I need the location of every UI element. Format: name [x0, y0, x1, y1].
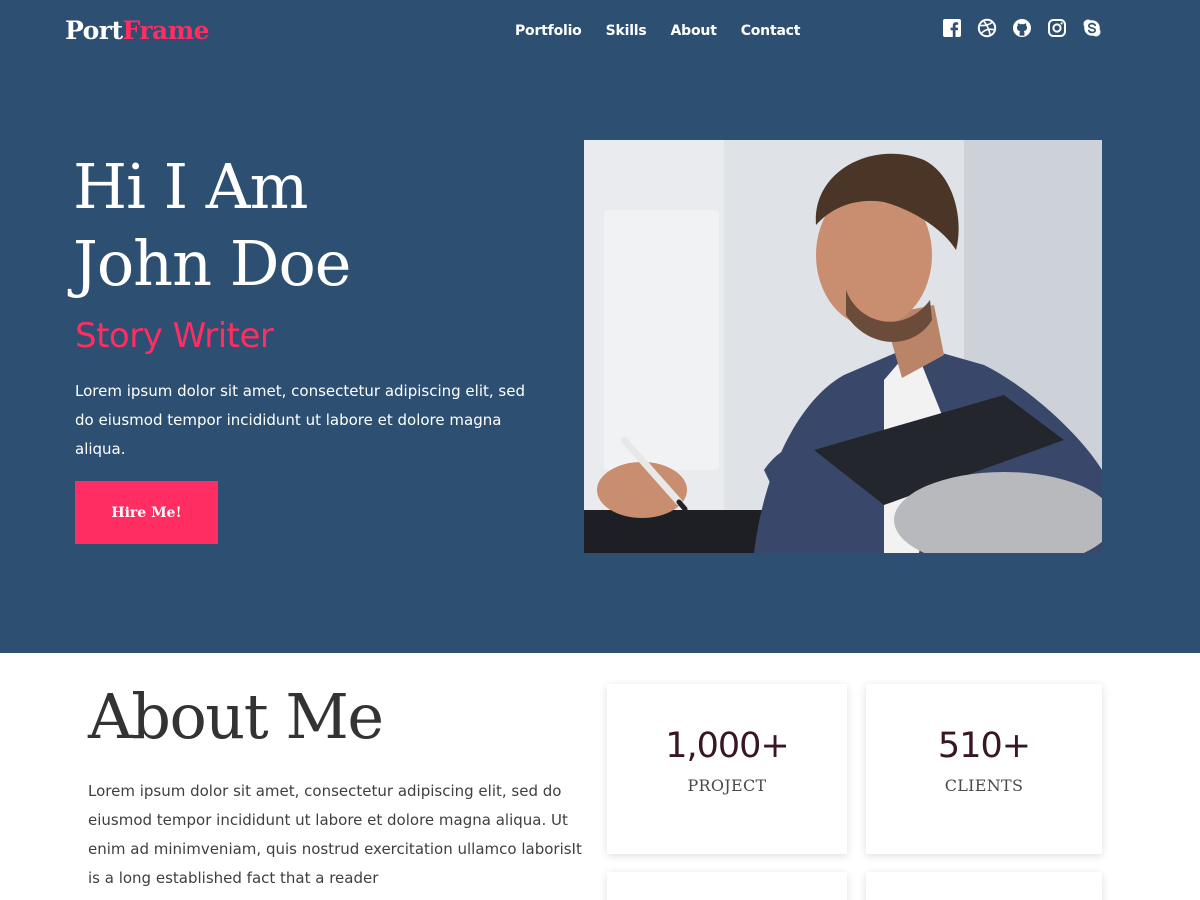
stat-label-clients: CLIENTS [944, 776, 1024, 795]
hero-title-line1: Hi I Am [73, 150, 308, 223]
stat-card [607, 872, 847, 900]
stat-value-projects: 1,000+ [665, 726, 790, 766]
hero-subtitle: Story Writer [75, 316, 274, 356]
hero-section: PortFrame Portfolio Skills About Contact… [0, 0, 1200, 653]
nav-link-skills[interactable]: Skills [606, 23, 647, 39]
main-nav: Portfolio Skills About Contact [515, 23, 800, 39]
hire-me-button[interactable]: Hire Me! [75, 481, 218, 544]
about-title: About Me [88, 680, 384, 753]
github-icon[interactable] [1012, 18, 1032, 38]
instagram-icon[interactable] [1047, 18, 1067, 38]
hero-title: Hi I Am John Doe [73, 148, 533, 302]
stat-value-clients: 510+ [937, 726, 1031, 766]
stat-card-clients: 510+ CLIENTS [866, 684, 1102, 854]
nav-link-about[interactable]: About [671, 23, 717, 39]
hero-description: Lorem ipsum dolor sit amet, consectetur … [75, 382, 525, 458]
about-description: Lorem ipsum dolor sit amet, consectetur … [88, 782, 582, 887]
facebook-icon[interactable] [942, 18, 962, 38]
brand-logo[interactable]: PortFrame [65, 16, 210, 45]
dribbble-icon[interactable] [977, 18, 997, 38]
skype-icon[interactable] [1082, 18, 1102, 38]
hero-photo [584, 140, 1102, 553]
nav-link-contact[interactable]: Contact [741, 23, 801, 39]
stat-label-projects: PROJECT [687, 776, 767, 795]
hero-title-line2: John Doe [73, 227, 351, 300]
brand-name-part1: Port [65, 16, 123, 45]
nav-link-portfolio[interactable]: Portfolio [515, 23, 582, 39]
brand-name-part2: Frame [122, 16, 210, 45]
stat-card [866, 872, 1102, 900]
social-links [942, 18, 1102, 38]
stat-card-projects: 1,000+ PROJECT [607, 684, 847, 854]
